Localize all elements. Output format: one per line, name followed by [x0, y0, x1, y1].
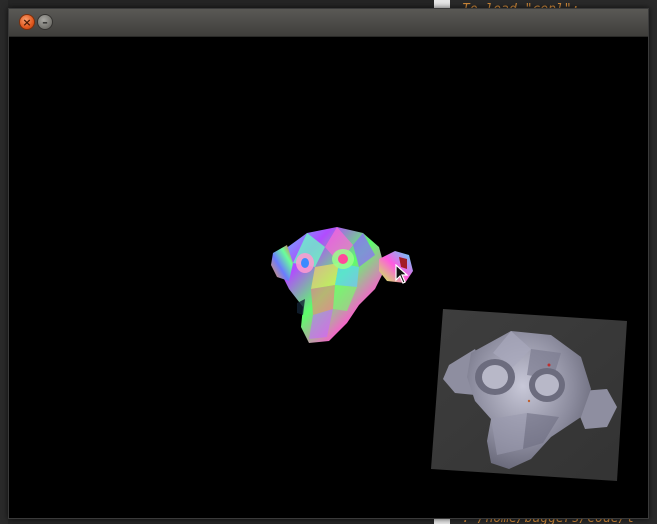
minimize-icon: –: [42, 16, 48, 29]
render-viewport[interactable]: [9, 37, 648, 518]
close-icon: ×: [22, 16, 32, 29]
mouse-pointer-icon: [395, 264, 409, 284]
editor-left-strip: [0, 0, 8, 524]
gl-render-window[interactable]: × –: [8, 8, 649, 519]
render-texture-preview: [431, 309, 627, 481]
desktop: To load "cepl": : /home/baggers/Code/l ×…: [0, 0, 657, 524]
window-titlebar[interactable]: × –: [9, 9, 648, 37]
close-button[interactable]: ×: [19, 14, 35, 30]
minimize-button[interactable]: –: [37, 14, 53, 30]
